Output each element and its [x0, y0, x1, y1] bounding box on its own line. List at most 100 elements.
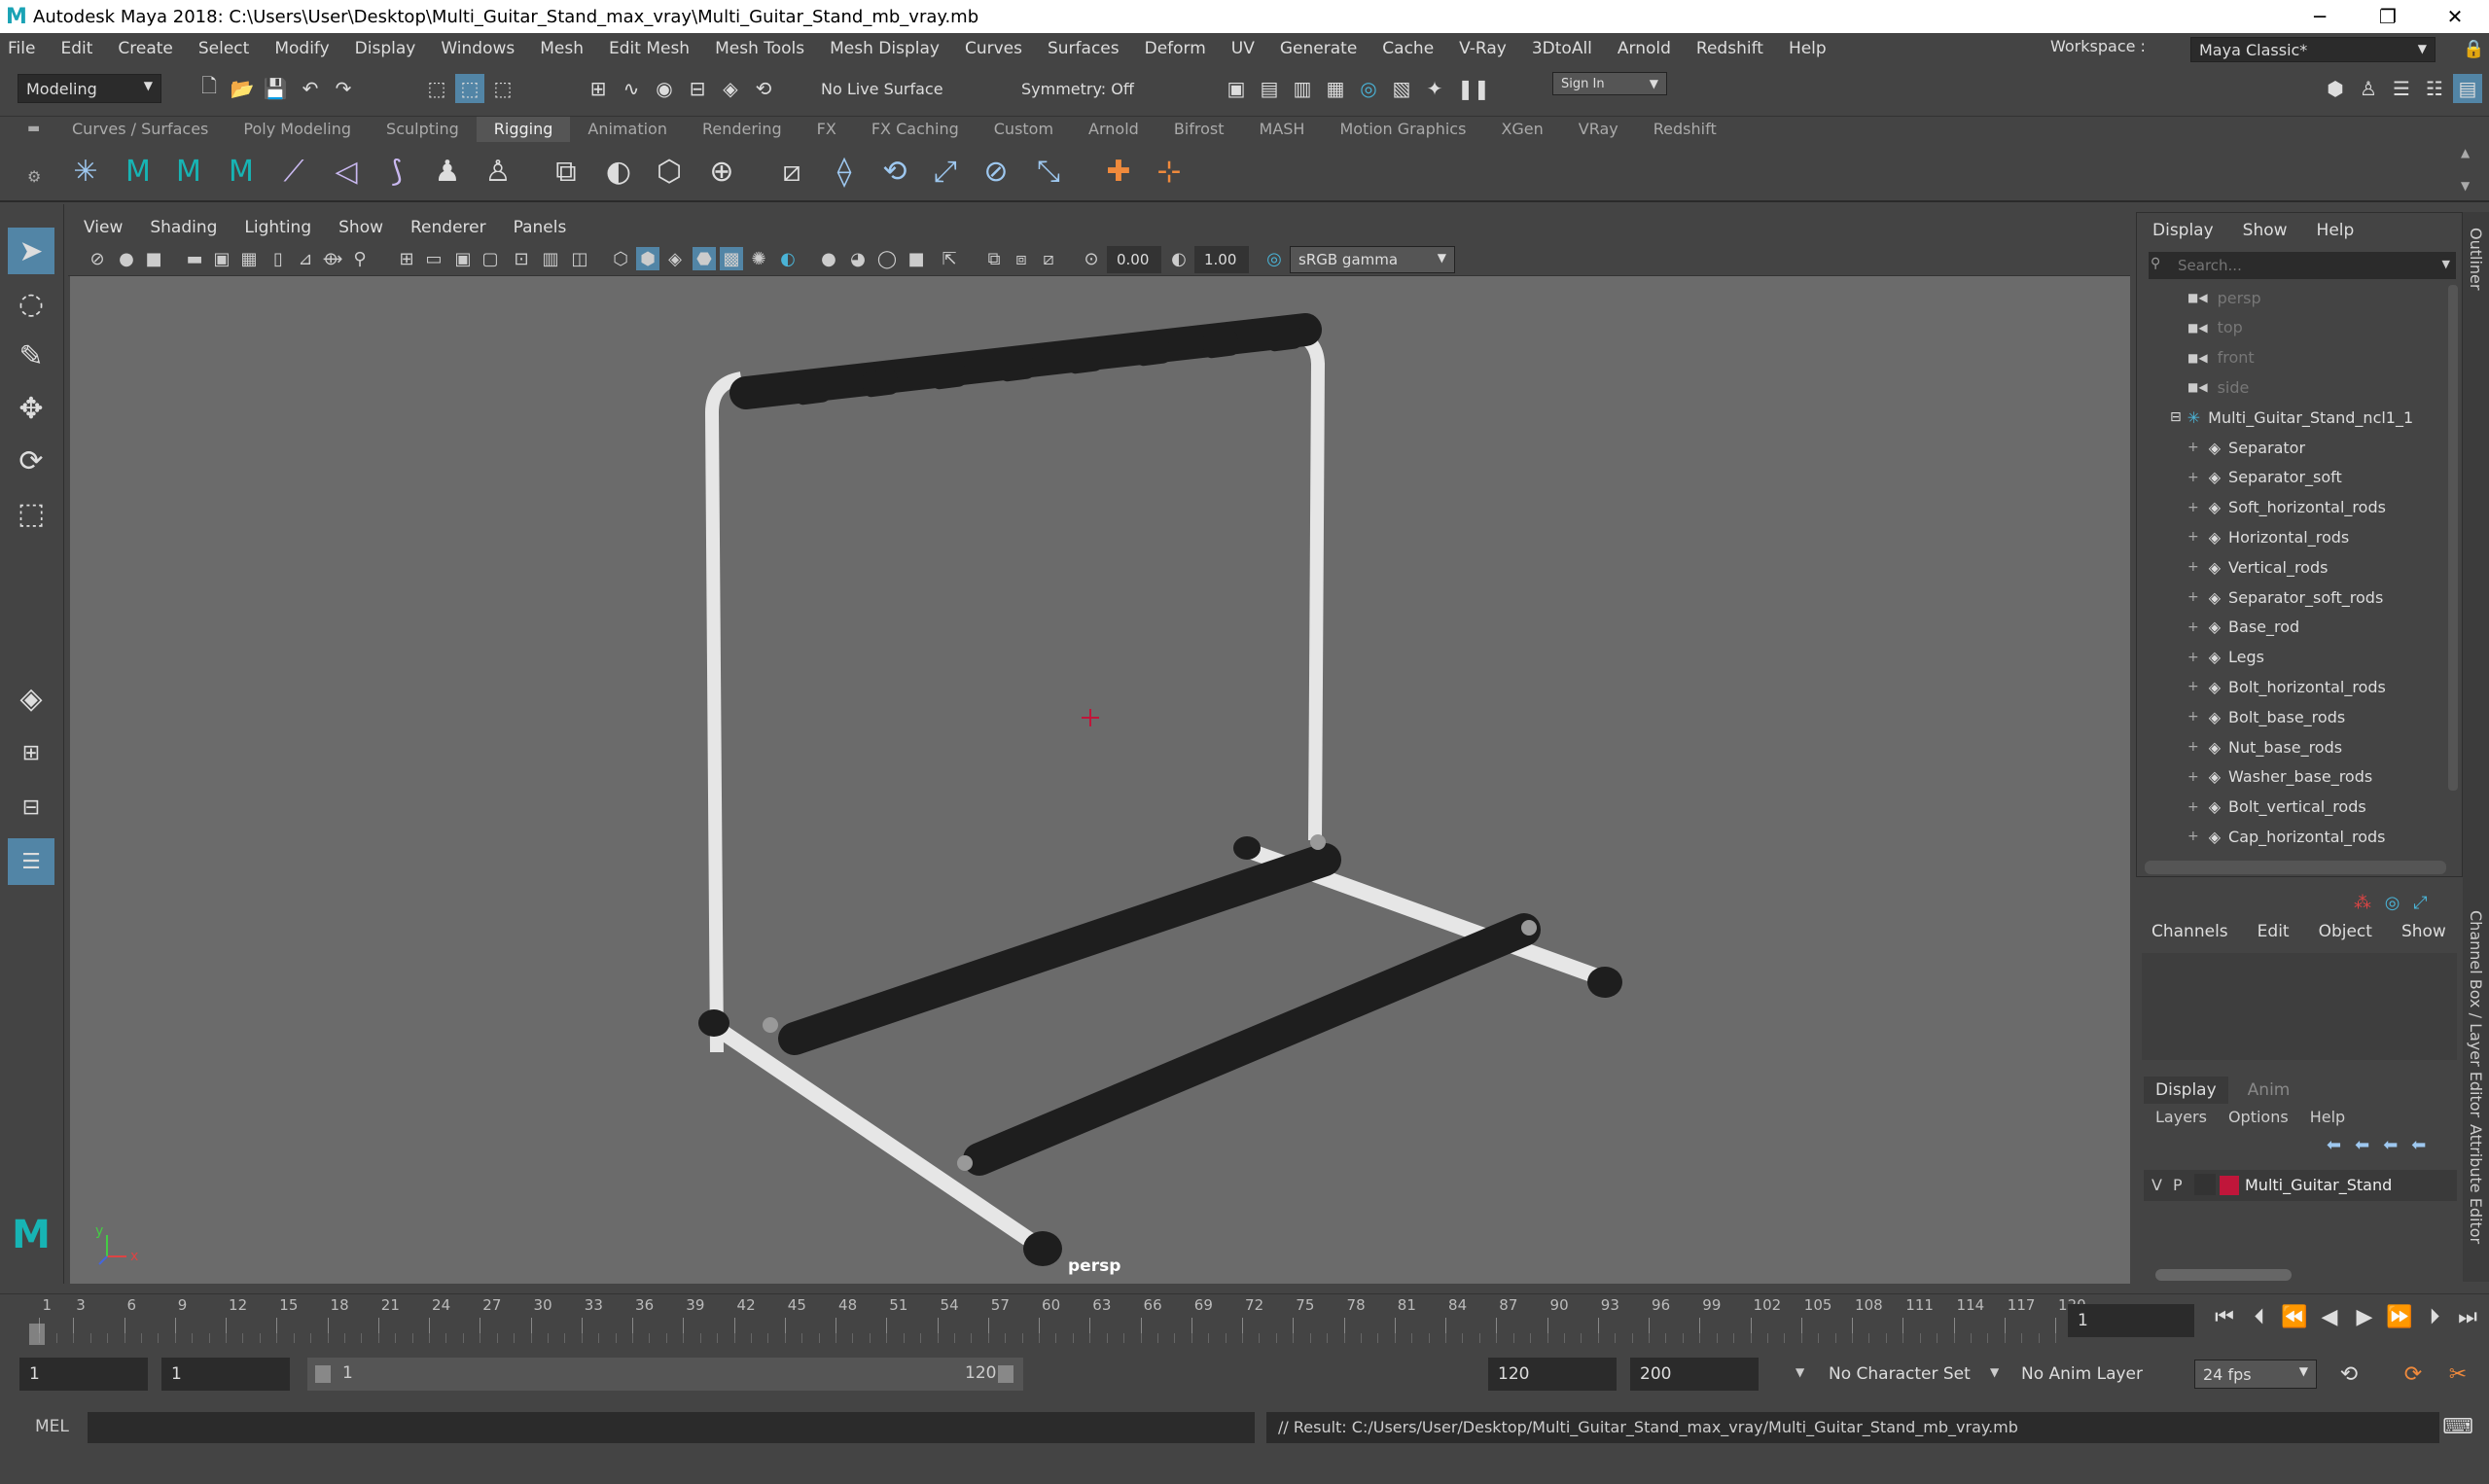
quick-rig-icon[interactable]: ♟ [428, 152, 467, 191]
humanik-control-icon[interactable]: M [222, 152, 261, 191]
tab-anim[interactable]: Anim [2228, 1077, 2310, 1104]
edit-icon[interactable]: ⤢ [2413, 893, 2427, 913]
layer-h-scrollbar[interactable] [2155, 1269, 2292, 1281]
expand-icon[interactable]: + [2187, 799, 2199, 815]
scale-tool-icon[interactable]: ⬚ [8, 490, 54, 537]
expand-icon[interactable]: + [2187, 769, 2199, 785]
expand-icon[interactable]: + [2187, 739, 2199, 755]
aim-constraint-icon[interactable]: ⊘ [977, 152, 1015, 191]
two-view-icon[interactable]: ⊟ [8, 784, 54, 830]
outliner-item-mesh[interactable]: + ◈ Vertical_rods [2137, 552, 2448, 582]
locator-icon[interactable]: ✚ [1099, 152, 1138, 191]
mode-dropdown[interactable]: Modeling ▼ [18, 74, 161, 103]
outliner-menu-help[interactable]: Help [2317, 221, 2355, 240]
lasso-tool-icon[interactable]: ◌ [8, 280, 54, 327]
layer-menu-help[interactable]: Help [2310, 1108, 2345, 1126]
outliner-layout-icon[interactable]: ☰ [8, 838, 54, 885]
shelf-tab-sculpting[interactable]: Sculpting [369, 117, 477, 142]
ui-elements-icon[interactable]: ⧉ [982, 247, 1006, 270]
frame-selected-icon[interactable]: ⧈ [1010, 247, 1033, 270]
step-forward-icon[interactable]: ⏵ [2420, 1302, 2449, 1331]
create-joint-icon[interactable]: ✳ [66, 152, 105, 191]
outliner-menu-display[interactable]: Display [2152, 221, 2214, 240]
four-view-icon[interactable]: ⊞ [8, 729, 54, 776]
outliner-item-camera[interactable]: ■◀ top [2137, 313, 2448, 342]
menu-edit[interactable]: Edit [60, 39, 92, 58]
play-forward-icon[interactable]: ▶ [2350, 1302, 2379, 1331]
snap-view-icon[interactable]: ⊟ [683, 74, 712, 103]
rotate-tool-icon[interactable]: ⟳ [8, 438, 54, 484]
select-camera-icon[interactable]: ⊘ [86, 247, 109, 270]
open-scene-icon[interactable]: 📂 [228, 74, 257, 103]
new-layer-selected-icon[interactable]: ⬅ [2411, 1135, 2439, 1155]
textured-icon[interactable]: ⬣ [693, 247, 716, 270]
menu-curves[interactable]: Curves [965, 39, 1022, 58]
grease-pencil-icon[interactable]: ▣ [210, 247, 233, 270]
current-time-marker[interactable] [29, 1324, 45, 1345]
ambient-occlusion-icon[interactable]: ◐ [776, 247, 800, 270]
preferences-icon[interactable]: ✂ [2443, 1360, 2472, 1389]
outliner-item-mesh[interactable]: + ◈ Nut_base_rods [2137, 732, 2448, 761]
outliner-menu-show[interactable]: Show [2243, 221, 2288, 240]
multisample-aa-icon[interactable]: ◕ [846, 247, 870, 270]
minimize-button[interactable]: ─ [2286, 0, 2354, 33]
2d-pan-icon[interactable]: ▦ [237, 247, 261, 270]
shelf-tab-vray[interactable]: VRay [1561, 117, 1636, 142]
outliner-item-mesh[interactable]: + ◈ Horizontal_rods [2137, 522, 2448, 551]
redo-icon[interactable]: ↷ [329, 74, 358, 103]
outliner-item-camera[interactable]: ■◀ side [2137, 372, 2448, 402]
menu-cache[interactable]: Cache [1382, 39, 1434, 58]
menu-edit-mesh[interactable]: Edit Mesh [609, 39, 690, 58]
camera-gate-icon[interactable]: ▯ [267, 247, 290, 270]
shelf-tab-redshift[interactable]: Redshift [1636, 117, 1734, 142]
snap-surface-icon[interactable]: ◈ [716, 74, 745, 103]
menu-windows[interactable]: Windows [441, 39, 515, 58]
symmetry-field[interactable]: Symmetry: Off [1013, 76, 1169, 101]
modeling-toolkit-icon[interactable]: ⬢ [2321, 74, 2350, 103]
film-gate-icon[interactable]: ⊿ [294, 247, 317, 270]
shelf-tab-custom[interactable]: Custom [977, 117, 1071, 142]
menu-arnold[interactable]: Arnold [1618, 39, 1671, 58]
bind-skin-icon[interactable]: ⧉ [547, 152, 586, 191]
move-layer-down-icon[interactable]: ⬅ [2355, 1135, 2383, 1155]
paint-weights-icon[interactable]: ◐ [599, 152, 638, 191]
new-scene-icon[interactable]: 🗋 [195, 74, 224, 103]
pause-icon[interactable]: ❚❚ [1457, 74, 1490, 103]
channel-menu-edit[interactable]: Edit [2258, 922, 2290, 941]
go-to-start-icon[interactable]: ⏮ [2210, 1302, 2239, 1331]
tab-channel-box[interactable]: Channel Box / Layer Editor [2467, 910, 2485, 1117]
shelf-tab-fx-caching[interactable]: FX Caching [854, 117, 977, 142]
panel-menu-shading[interactable]: Shading [150, 218, 217, 237]
range-end-handle[interactable] [998, 1365, 1013, 1383]
menu-surfaces[interactable]: Surfaces [1048, 39, 1120, 58]
layer-color-swatch[interactable] [2220, 1176, 2239, 1195]
outliner-item-mesh[interactable]: + ◈ Separator [2137, 433, 2448, 462]
menu-create[interactable]: Create [118, 39, 173, 58]
tool-settings-icon[interactable]: ☷ [2420, 74, 2449, 103]
color-space-dropdown[interactable]: sRGB gamma ▼ [1290, 246, 1455, 273]
safe-action-icon[interactable]: ▣ [451, 247, 475, 270]
menu-help[interactable]: Help [1789, 39, 1827, 58]
render-sequence-icon[interactable]: ▤ [1255, 74, 1284, 103]
menu-display[interactable]: Display [355, 39, 416, 58]
layer-visibility[interactable]: V [2151, 1176, 2162, 1194]
menu-mesh-tools[interactable]: Mesh Tools [715, 39, 804, 58]
shelf-menu-icon[interactable]: ▬ [27, 121, 40, 136]
panel-menu-show[interactable]: Show [338, 218, 383, 237]
outliner-item-group[interactable]: ⊟ ✳ Multi_Guitar_Stand_ncl1_1 [2137, 403, 2448, 432]
image-plane-icon[interactable]: ▬ [183, 247, 206, 270]
character-set-dropdown[interactable]: No Character Set [1819, 1358, 1992, 1391]
hypershade-icon[interactable]: ◎ [1354, 74, 1383, 103]
expand-icon[interactable]: + [2187, 619, 2199, 635]
move-layer-up-icon[interactable]: ⬅ [2327, 1135, 2355, 1155]
outliner-item-mesh[interactable]: + ◈ Bolt_horizontal_rods [2137, 672, 2448, 701]
snap-live-icon[interactable]: ⟲ [749, 74, 778, 103]
go-to-end-icon[interactable]: ⏭ [2453, 1302, 2482, 1331]
bookmarks-icon[interactable]: ■ [142, 247, 165, 270]
mel-label[interactable]: MEL [35, 1417, 69, 1436]
panel-menu-lighting[interactable]: Lighting [244, 218, 311, 237]
undo-icon[interactable]: ↶ [296, 74, 325, 103]
expand-icon[interactable]: + [2187, 559, 2199, 575]
menu-generate[interactable]: Generate [1280, 39, 1357, 58]
ik-handle-icon[interactable]: ◁ [327, 152, 366, 191]
